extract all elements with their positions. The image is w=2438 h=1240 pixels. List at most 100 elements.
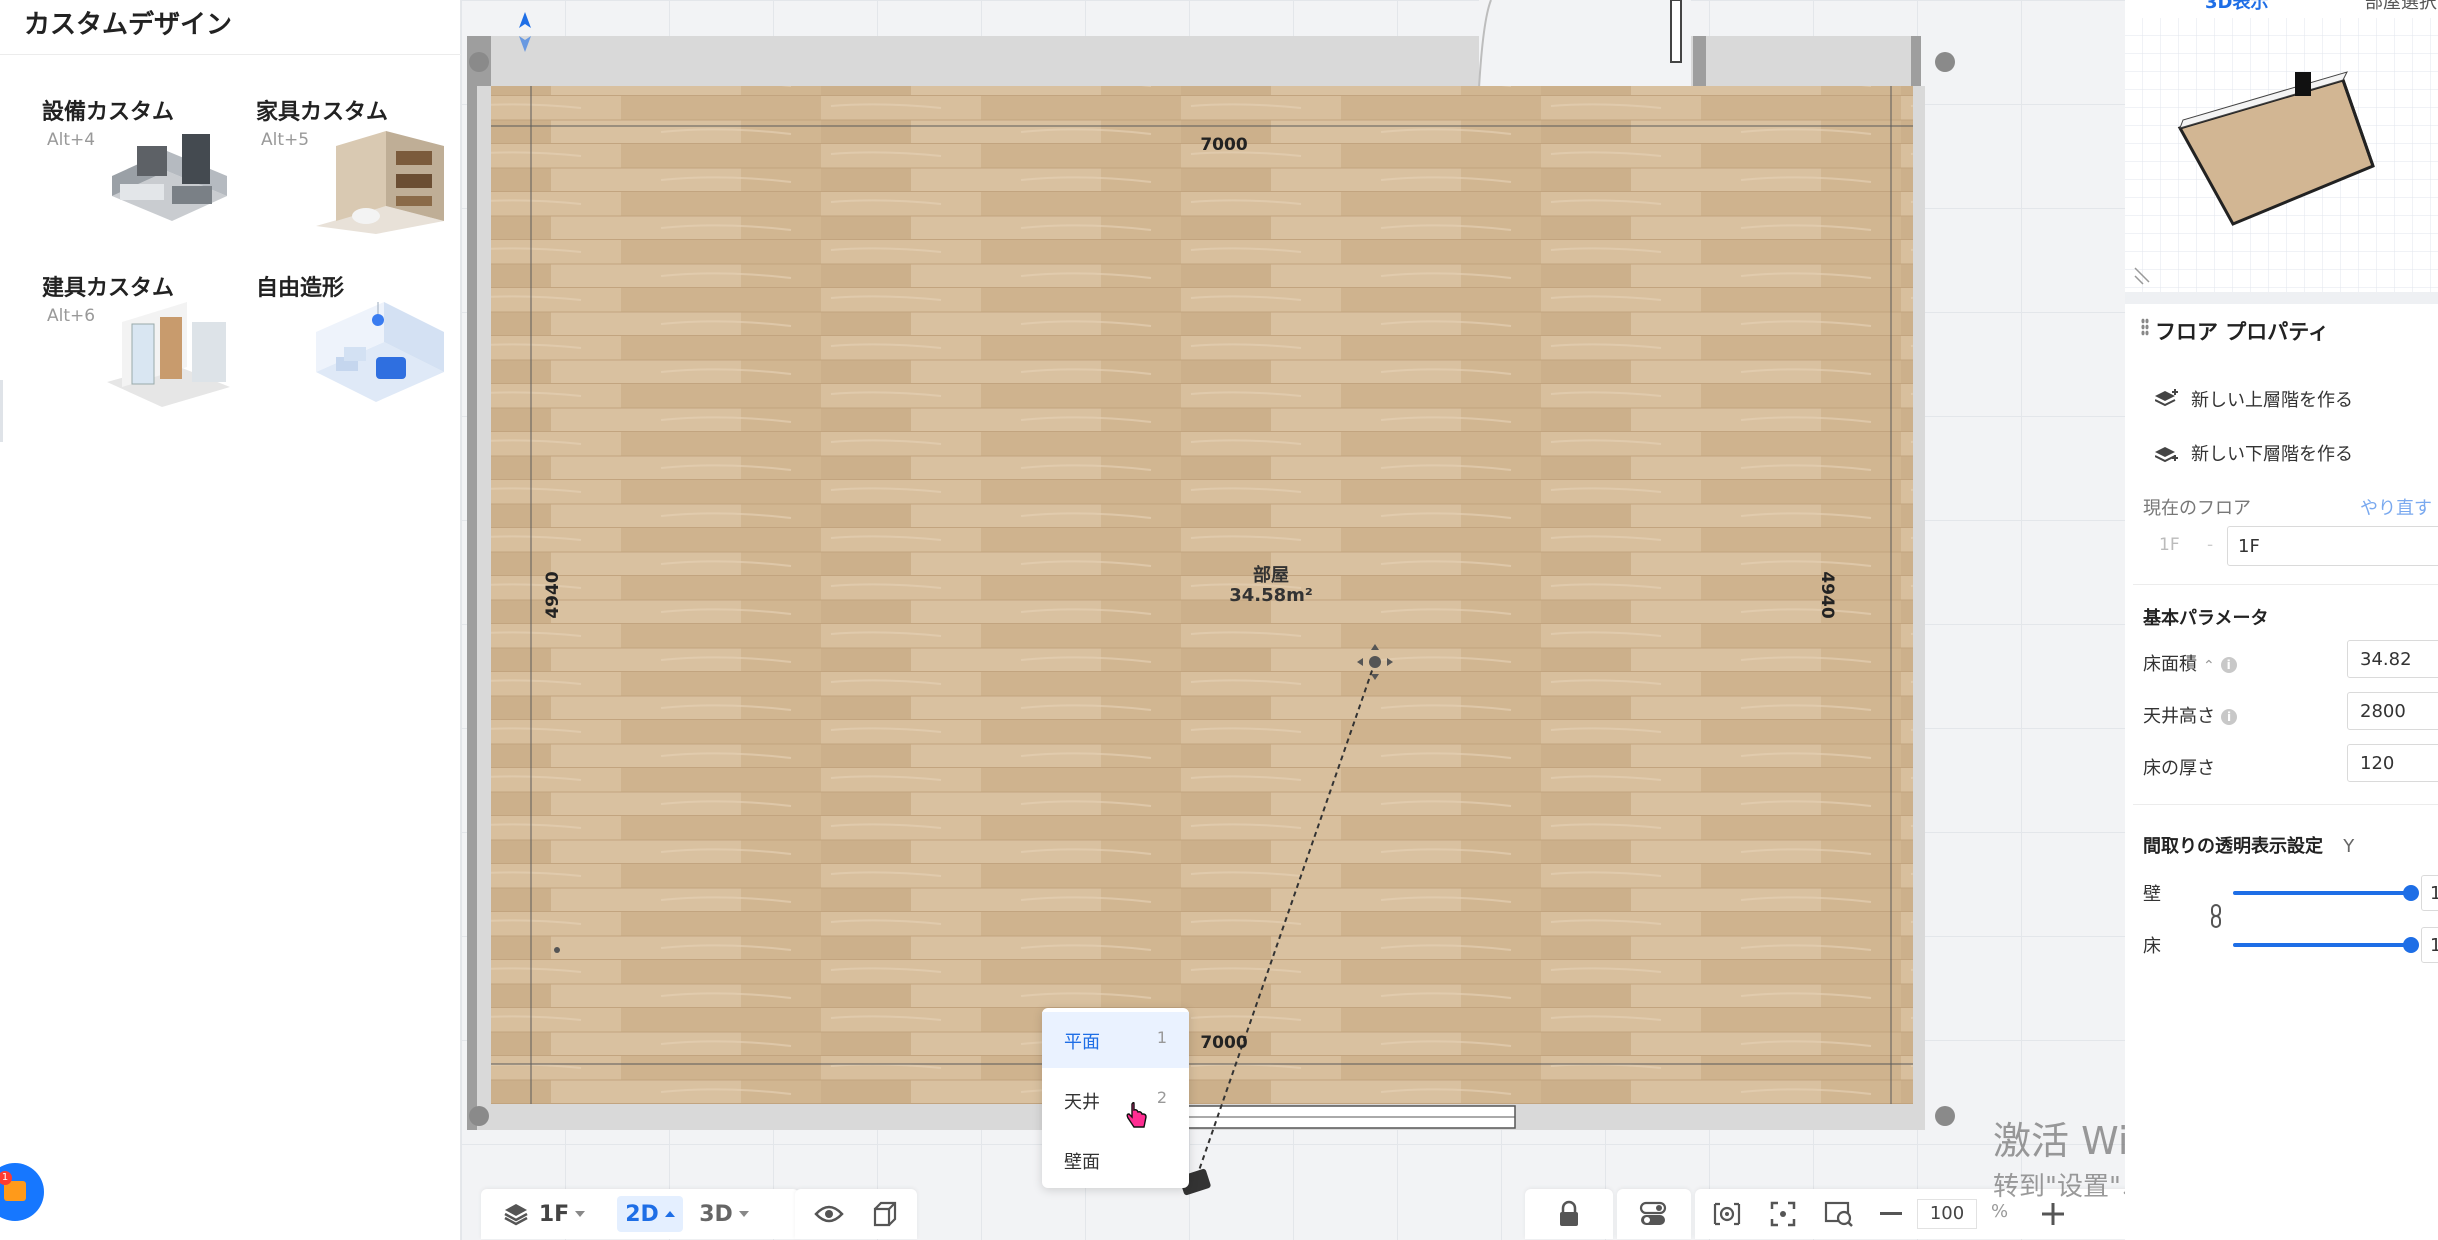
info-icon[interactable]: i <box>2220 657 2237 673</box>
floor-slider-knob[interactable] <box>2403 937 2419 953</box>
floor-properties-panel: フロア プロパティ 新しい上層階を作る 新しい下層階を作る 現在のフロア やり直… <box>2125 304 2438 1240</box>
panel-title: フロア プロパティ <box>2155 320 2330 344</box>
floor-selector[interactable]: 1F <box>489 1189 599 1239</box>
drag-handle-icon[interactable] <box>2141 318 2149 336</box>
camera-target <box>1369 656 1381 668</box>
door-opening <box>1479 0 1691 90</box>
transparency-title-text: 間取りの透明表示設定 <box>2143 836 2323 857</box>
floor-area-input[interactable]: 34.82 <box>2347 640 2438 678</box>
hand-cursor-icon <box>1126 1102 1147 1128</box>
dimension-right[interactable]: 4940 <box>1817 565 1837 625</box>
dimension-left[interactable]: 4940 <box>543 565 563 625</box>
caret-down-icon <box>575 1211 586 1217</box>
floor-slider-label: 床 <box>2143 936 2161 957</box>
cube-icon <box>873 1201 897 1227</box>
current-floor-label: 現在のフロア <box>2143 498 2251 519</box>
dropdown-item-wall[interactable]: 壁面 <box>1042 1132 1189 1188</box>
lock-button[interactable] <box>1541 1189 1597 1239</box>
add-lower-floor-button[interactable]: 新しい下層階を作る <box>2155 438 2353 468</box>
wall-transparency-slider[interactable] <box>2233 891 2411 895</box>
left-panel: カスタムデザイン 設備カスタム Alt+4 家具カスタム Alt+5 建具カスタ… <box>0 0 461 1240</box>
param-label-text: 床面積 <box>2143 654 2197 675</box>
dropdown-item-shortcut: 2 <box>1156 1088 1167 1107</box>
dropdown-item-label: 天井 <box>1064 1092 1100 1113</box>
zoom-area-button[interactable] <box>1813 1189 1865 1239</box>
settings-view-icon <box>1713 1202 1741 1226</box>
floor-prefix: 1F <box>2159 535 2180 555</box>
floor-transparency-value[interactable]: 100 <box>2421 927 2438 963</box>
view-toolbar: 1F 2D 3D <box>481 1189 799 1239</box>
add-upper-floor-button[interactable]: 新しい上層階を作る <box>2155 384 2353 414</box>
ceiling-height-label: 天井高さ i <box>2143 702 2237 728</box>
kitchen-thumbnail <box>112 134 227 221</box>
action-label: 新しい下層階を作る <box>2191 444 2353 465</box>
minus-icon <box>1880 1212 1902 1215</box>
dimension-bottom[interactable]: 7000 <box>1189 1033 1259 1053</box>
floorplan-canvas[interactable]: 部屋 34.58m² 7000 7000 4940 4940 平面 1 天井 2… <box>461 0 2125 1240</box>
wall-segment <box>477 86 491 1114</box>
sort-icon[interactable]: ⌃ <box>2203 658 2215 674</box>
dropdown-item-label: 壁面 <box>1064 1152 1100 1173</box>
view-mode-dropdown: 平面 1 天井 2 壁面 <box>1042 1008 1189 1188</box>
wall-slider-knob[interactable] <box>2403 885 2419 901</box>
undo-link[interactable]: やり直す <box>2360 494 2432 520</box>
zoom-field[interactable]: 100 <box>1917 1189 1977 1239</box>
floor-separator: - <box>2207 535 2214 555</box>
free-form-thumbnail <box>316 302 444 402</box>
card-label: 家具カスタム <box>256 100 389 125</box>
toggle-settings-button[interactable] <box>1625 1189 1681 1239</box>
param-label-text: 天井高さ <box>2143 706 2215 727</box>
furniture-custom-card[interactable]: 家具カスタム Alt+5 <box>256 94 456 254</box>
floor-transparency-slider[interactable] <box>2233 943 2411 947</box>
3d-box-button[interactable] <box>857 1189 913 1239</box>
display-toolbar <box>795 1189 917 1239</box>
floor-area-label: 床面積 ⌃ i <box>2143 650 2237 676</box>
3d-preview-image <box>2125 18 2438 292</box>
fit-view-button[interactable] <box>1757 1189 1809 1239</box>
info-icon[interactable]: i <box>2221 709 2237 725</box>
dropdown-item-shortcut: 1 <box>1156 1028 1167 1047</box>
door-leaf <box>1670 0 1682 63</box>
dropdown-item-plan[interactable]: 平面 1 <box>1042 1012 1189 1068</box>
dropdown-item-ceiling[interactable]: 天井 2 <box>1042 1072 1189 1128</box>
floor-thickness-input[interactable]: 120 <box>2347 744 2438 782</box>
toggle-icon <box>1639 1201 1667 1225</box>
panel-collapse-handle[interactable] <box>0 380 3 442</box>
3d-preview-panel[interactable]: 3D表示 部屋選択 <box>2125 0 2438 292</box>
visibility-button[interactable] <box>801 1189 857 1239</box>
transparency-title: 間取りの透明表示設定 Y <box>2143 832 2354 858</box>
fixture-custom-card[interactable]: 建具カスタム Alt+6 <box>42 270 242 430</box>
layers-icon <box>504 1204 528 1226</box>
free-modeling-card[interactable]: 自由造形 <box>256 270 456 430</box>
room-label[interactable]: 部屋 34.58m² <box>1201 566 1341 606</box>
mode-2d-button[interactable]: 2D <box>617 1196 683 1232</box>
wall-transparency-value[interactable]: 100 <box>2421 875 2438 911</box>
panel-title: カスタムデザイン <box>24 10 233 40</box>
zoom-out-button[interactable] <box>1871 1189 1911 1239</box>
zoom-unit: % <box>1991 1201 2009 1222</box>
eye-icon <box>814 1205 844 1223</box>
floor-name-input[interactable]: 1F <box>2227 526 2438 566</box>
tab-room-select[interactable]: 部屋選択 <box>2365 0 2437 14</box>
mode-3d-button[interactable]: 3D <box>689 1189 759 1239</box>
add-layer-down-icon <box>2155 447 2178 463</box>
floor-label: 1F <box>538 1201 570 1227</box>
lock-toolbar <box>1525 1189 1613 1239</box>
wall-slider-label: 壁 <box>2143 884 2161 905</box>
view-settings-button[interactable] <box>1701 1189 1753 1239</box>
mode-2d-label: 2D <box>625 1201 659 1227</box>
tab-3d-view[interactable]: 3D表示 <box>2205 0 2268 14</box>
door-thumbnail <box>107 302 230 407</box>
divider <box>2133 804 2438 805</box>
dropdown-item-label: 平面 <box>1064 1032 1100 1053</box>
transparency-suffix: Y <box>2343 836 2355 857</box>
ceiling-height-input[interactable]: 2800 <box>2347 692 2438 730</box>
zoom-search-icon <box>1824 1201 1853 1227</box>
basic-params-title: 基本パラメータ <box>2143 608 2269 629</box>
north-arrow <box>519 12 531 28</box>
equipment-custom-card[interactable]: 設備カスタム Alt+4 <box>42 94 242 254</box>
link-icon[interactable] <box>2209 904 2223 928</box>
floorplan-drawing <box>467 0 1955 1196</box>
zoom-input[interactable]: 100 <box>1917 1199 1977 1229</box>
dimension-top[interactable]: 7000 <box>1189 135 1259 155</box>
